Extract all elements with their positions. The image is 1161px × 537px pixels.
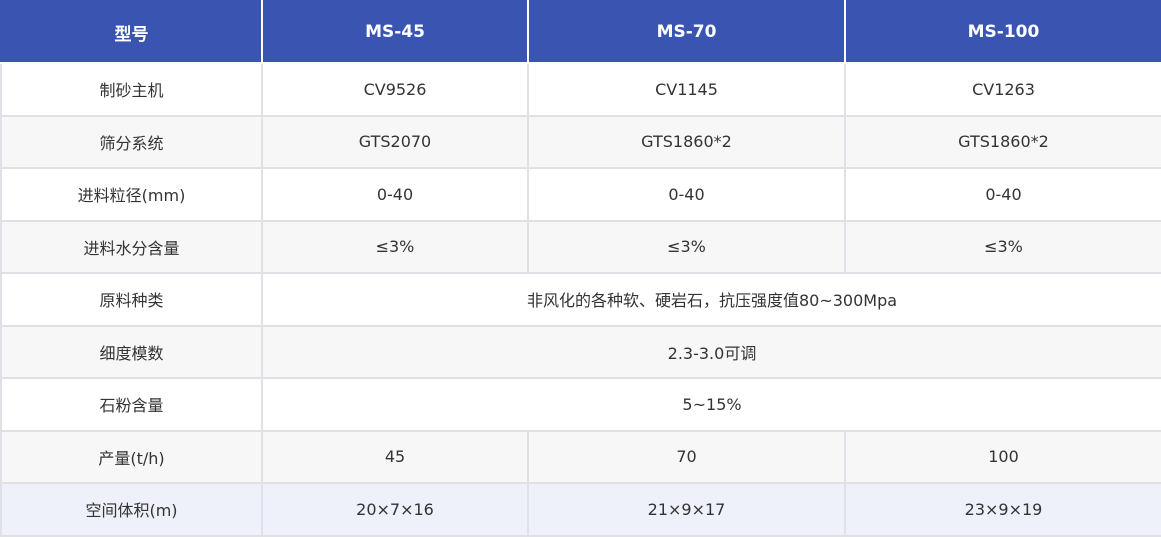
table-cell: 70 [527,429,846,484]
table-cell: ≤3% [527,219,846,274]
row-label: 石粉含量 [0,377,263,432]
merged-cell: 2.3-3.0可调 [261,324,1161,379]
row-label: 空间体积(m) [0,482,263,537]
row-label: 原料种类 [0,272,263,327]
merged-cell: 5~15% [261,377,1161,432]
table-cell: ≤3% [261,219,529,274]
table-row: 筛分系统 GTS2070 GTS1860*2 GTS1860*2 [0,114,1161,169]
header-row: 型号 MS-45 MS-70 MS-100 [0,0,1161,64]
table-cell: GTS2070 [261,114,529,169]
table-cell: CV1263 [844,62,1161,117]
table-row: 产量(t/h) 45 70 100 [0,429,1161,484]
header-model: 型号 [0,0,263,64]
table-cell: 0-40 [527,167,846,222]
row-label: 筛分系统 [0,114,263,169]
table-cell: 100 [844,429,1161,484]
table-cell: CV9526 [261,62,529,117]
merged-cell: 非风化的各种软、硬岩石，抗压强度值80~300Mpa [261,272,1161,327]
row-label: 制砂主机 [0,62,263,117]
table-row: 原料种类 非风化的各种软、硬岩石，抗压强度值80~300Mpa [0,272,1161,327]
table-cell: 21×9×17 [527,482,846,537]
table-cell: 0-40 [844,167,1161,222]
table-row: 进料粒径(mm) 0-40 0-40 0-40 [0,167,1161,222]
header-ms-100: MS-100 [844,0,1161,64]
table-cell: ≤3% [844,219,1161,274]
row-label: 进料粒径(mm) [0,167,263,222]
header-ms-45: MS-45 [261,0,529,64]
row-label: 产量(t/h) [0,429,263,484]
table-cell: 45 [261,429,529,484]
table-cell: 0-40 [261,167,529,222]
table-cell: CV1145 [527,62,846,117]
spec-table: 型号 MS-45 MS-70 MS-100 制砂主机 CV9526 CV1145… [0,0,1161,537]
table-row: 细度模数 2.3-3.0可调 [0,324,1161,379]
table-row: 空间体积(m) 20×7×16 21×9×17 23×9×19 [0,482,1161,537]
row-label: 进料水分含量 [0,219,263,274]
table-cell: GTS1860*2 [527,114,846,169]
header-ms-70: MS-70 [527,0,846,64]
table-cell: GTS1860*2 [844,114,1161,169]
table-cell: 20×7×16 [261,482,529,537]
table-row: 制砂主机 CV9526 CV1145 CV1263 [0,62,1161,117]
table-row: 进料水分含量 ≤3% ≤3% ≤3% [0,219,1161,274]
table-row: 石粉含量 5~15% [0,377,1161,432]
table-cell: 23×9×19 [844,482,1161,537]
row-label: 细度模数 [0,324,263,379]
